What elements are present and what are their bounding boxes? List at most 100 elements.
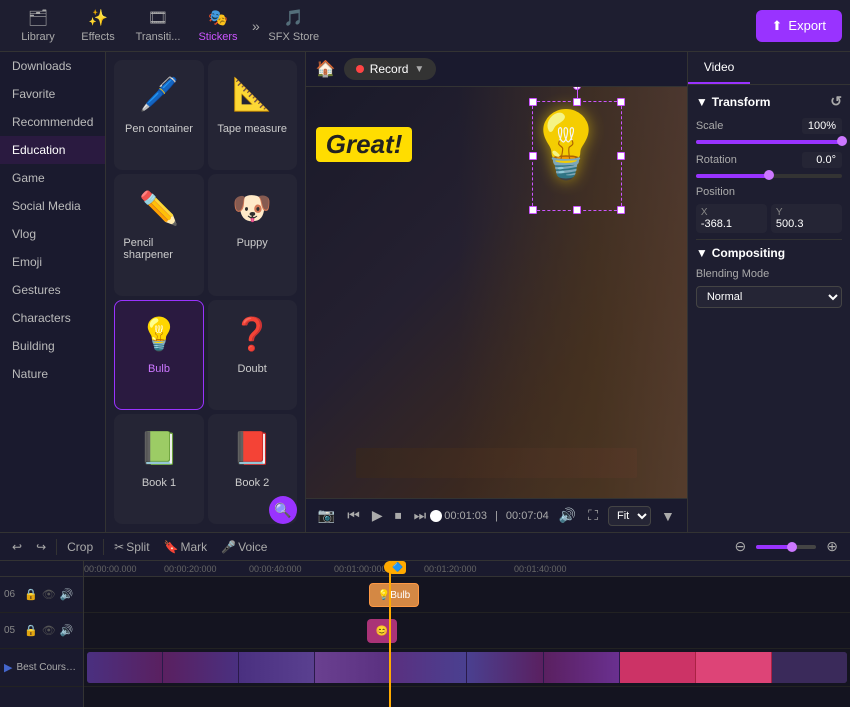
book1-icon: 📗 — [139, 423, 179, 473]
zoom-slider-thumb[interactable] — [787, 542, 797, 552]
sidebar-item-recommended[interactable]: Recommended — [0, 108, 105, 136]
stop-button[interactable]: ⏹ — [393, 505, 404, 526]
timeline-ruler: 00:00:00.000 00:00:20:000 00:00:40:000 0… — [84, 561, 850, 577]
position-x-field[interactable]: X -368.1 — [696, 204, 767, 233]
fit-chevron-icon[interactable]: ▼ — [659, 506, 677, 526]
undo-button[interactable]: ↩ — [8, 538, 26, 556]
sidebar-item-nature[interactable]: Nature — [0, 360, 105, 388]
crop-button[interactable]: Crop — [63, 538, 97, 556]
position-y-field[interactable]: Y 500.3 — [771, 204, 842, 233]
sidebar-item-vlog[interactable]: Vlog — [0, 220, 105, 248]
selection-handle-mr[interactable] — [617, 152, 625, 160]
selection-handle-bm[interactable] — [573, 206, 581, 214]
left-panel: Downloads Favorite Recommended Education… — [0, 52, 106, 532]
scale-slider[interactable] — [696, 140, 842, 144]
track-labels: 06 🔒 👁 🔊 05 🔒 👁 🔊 ▶ Best Course Creation… — [0, 561, 84, 707]
redo-button[interactable]: ↪ — [32, 538, 50, 556]
timeline-zoom-slider[interactable] — [756, 545, 816, 549]
record-label: Record — [370, 62, 409, 76]
timeline-zoom-in[interactable]: ⊕ — [822, 536, 842, 557]
fit-select[interactable]: Fit — [608, 506, 651, 526]
transform-section-header[interactable]: ▼ Transform ↺ — [696, 93, 842, 110]
ruler-mark-80: 00:01:20:000 — [424, 564, 477, 574]
tool-library[interactable]: 🗂 Library — [8, 2, 68, 50]
export-button[interactable]: ⬆ Export — [756, 10, 842, 42]
scale-slider-row — [696, 140, 842, 144]
video-background: Great! 💡 — [306, 87, 687, 498]
track-05-area: 😊 — [84, 613, 850, 649]
screenshot-button[interactable]: 📷 — [316, 505, 337, 526]
sticker-bulb[interactable]: 💡 Bulb — [114, 300, 203, 410]
split-button[interactable]: ✂ Split — [110, 538, 153, 556]
track-05-audio[interactable]: 🔊 — [60, 624, 74, 637]
sidebar-item-characters[interactable]: Characters — [0, 304, 105, 332]
track-05-lock[interactable]: 🔒 — [24, 624, 38, 637]
sidebar-item-game[interactable]: Game — [0, 164, 105, 192]
scale-slider-thumb[interactable] — [837, 136, 847, 146]
tool-effects[interactable]: ✨ Effects — [68, 2, 128, 50]
rotation-slider-thumb[interactable] — [764, 170, 774, 180]
search-fab[interactable]: 🔍 — [269, 496, 297, 524]
compositing-section-header[interactable]: ▼ Compositing — [696, 246, 842, 260]
selection-handle-tm[interactable] — [573, 98, 581, 106]
sticker-tape-measure[interactable]: 📐 Tape measure — [208, 60, 297, 170]
timeline-toolbar: ↩ ↪ Crop ✂ Split 🔖 Mark 🎤 Voice ⊖ ⊕ — [0, 533, 850, 561]
selection-handle-tr[interactable] — [617, 98, 625, 106]
next-frame-button[interactable]: ⏭ — [412, 505, 429, 526]
puppy-icon: 🐶 — [232, 183, 272, 233]
selection-handle-bl[interactable] — [529, 206, 537, 214]
sidebar-item-social[interactable]: Social Media — [0, 192, 105, 220]
fullscreen-button[interactable]: ⛶ — [586, 505, 600, 526]
sticker-pen-container[interactable]: 🖊️ Pen container — [114, 60, 203, 170]
play-button[interactable]: ▶ — [370, 505, 385, 526]
time-current: 00:01:03 — [444, 510, 487, 522]
sidebar-item-building[interactable]: Building — [0, 332, 105, 360]
pen-container-icon: 🖊️ — [139, 69, 179, 119]
more-tools-icon[interactable]: » — [248, 18, 264, 34]
preview-area: 🏠 Record ▼ Great! 💡 — [306, 52, 687, 532]
selection-handle-br[interactable] — [617, 206, 625, 214]
sidebar-item-education[interactable]: Education — [0, 136, 105, 164]
record-button[interactable]: Record ▼ — [344, 58, 437, 80]
blending-mode-select[interactable]: Normal — [696, 286, 842, 308]
tool-sfx[interactable]: 🎵 SFX Store — [264, 2, 324, 50]
sticker-book1[interactable]: 📗 Book 1 — [114, 414, 203, 524]
tool-transitions[interactable]: 🎞 Transiti... — [128, 2, 188, 50]
volume-button[interactable]: 🔊 — [557, 505, 578, 526]
sidebar-item-gestures[interactable]: Gestures — [0, 276, 105, 304]
selection-handle-tl[interactable] — [529, 98, 537, 106]
clip-bulb[interactable]: 💡 Bulb — [369, 583, 419, 607]
clip-emoji[interactable]: 😊 — [367, 619, 397, 643]
tab-video[interactable]: Video — [688, 52, 750, 84]
sticker-puppy[interactable]: 🐶 Puppy — [208, 174, 297, 296]
pos-x-value: -368.1 — [701, 218, 762, 230]
tool-stickers[interactable]: 🎭 Stickers — [188, 2, 248, 50]
track-06-eye[interactable]: 👁 — [42, 588, 56, 601]
scale-label: Scale — [696, 120, 724, 132]
sticker-pencil-sharpener[interactable]: ✏️ Pencil sharpener — [114, 174, 203, 296]
transform-label: Transform — [712, 95, 771, 109]
main-content: Downloads Favorite Recommended Education… — [0, 52, 850, 532]
sidebar-item-emoji[interactable]: Emoji — [0, 248, 105, 276]
preview-canvas: Great! 💡 — [306, 87, 687, 498]
sidebar-item-downloads[interactable]: Downloads — [0, 52, 105, 80]
track-06-lock[interactable]: 🔒 — [24, 588, 38, 601]
timeline-zoom-out[interactable]: ⊖ — [731, 536, 751, 557]
sticker-doubt[interactable]: ❓ Doubt — [208, 300, 297, 410]
track-06-audio[interactable]: 🔊 — [60, 588, 74, 601]
track-05-eye[interactable]: 👁 — [42, 624, 56, 637]
transform-reset-button[interactable]: ↺ — [830, 93, 842, 110]
category-list: Downloads Favorite Recommended Education… — [0, 52, 105, 532]
main-video-clip[interactable] — [87, 652, 847, 683]
mark-button[interactable]: 🔖 Mark — [160, 538, 212, 556]
progress-thumb[interactable] — [430, 510, 442, 522]
sidebar-item-favorite[interactable]: Favorite — [0, 80, 105, 108]
track-06-area: 🔷 💡 Bulb — [84, 577, 850, 613]
prev-frame-button[interactable]: ⏮ — [345, 505, 362, 526]
rotation-slider[interactable] — [696, 174, 842, 178]
voice-button[interactable]: 🎤 Voice — [217, 538, 271, 556]
thumb-9-red — [696, 652, 772, 683]
selection-handle-ml[interactable] — [529, 152, 537, 160]
home-button[interactable]: 🏠 — [316, 59, 336, 79]
time-separator: | — [495, 510, 498, 522]
